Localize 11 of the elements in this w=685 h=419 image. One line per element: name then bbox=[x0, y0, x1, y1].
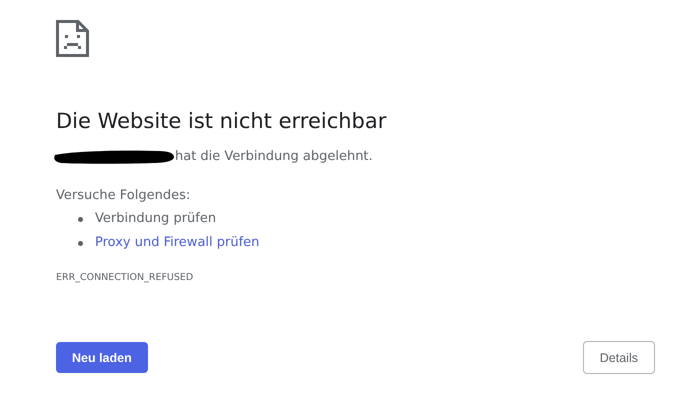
bullet-icon bbox=[78, 216, 83, 222]
suggestions-title: Versuche Folgendes: bbox=[56, 187, 190, 205]
details-button[interactable]: Details bbox=[582, 341, 655, 374]
bullet-icon bbox=[78, 240, 83, 246]
error-code: ERR_CONNECTION_REFUSED bbox=[56, 271, 194, 285]
suggestion-text: Verbindung prüfen bbox=[95, 210, 216, 228]
sad-page-icon bbox=[56, 20, 89, 57]
reload-button[interactable]: Neu laden bbox=[56, 342, 148, 373]
error-heading: Die Website ist nicht erreichbar bbox=[56, 108, 386, 135]
suggestion-link[interactable]: Proxy und Firewall prüfen bbox=[95, 233, 260, 253]
error-message: hat die Verbindung abgelehnt. bbox=[175, 148, 373, 166]
